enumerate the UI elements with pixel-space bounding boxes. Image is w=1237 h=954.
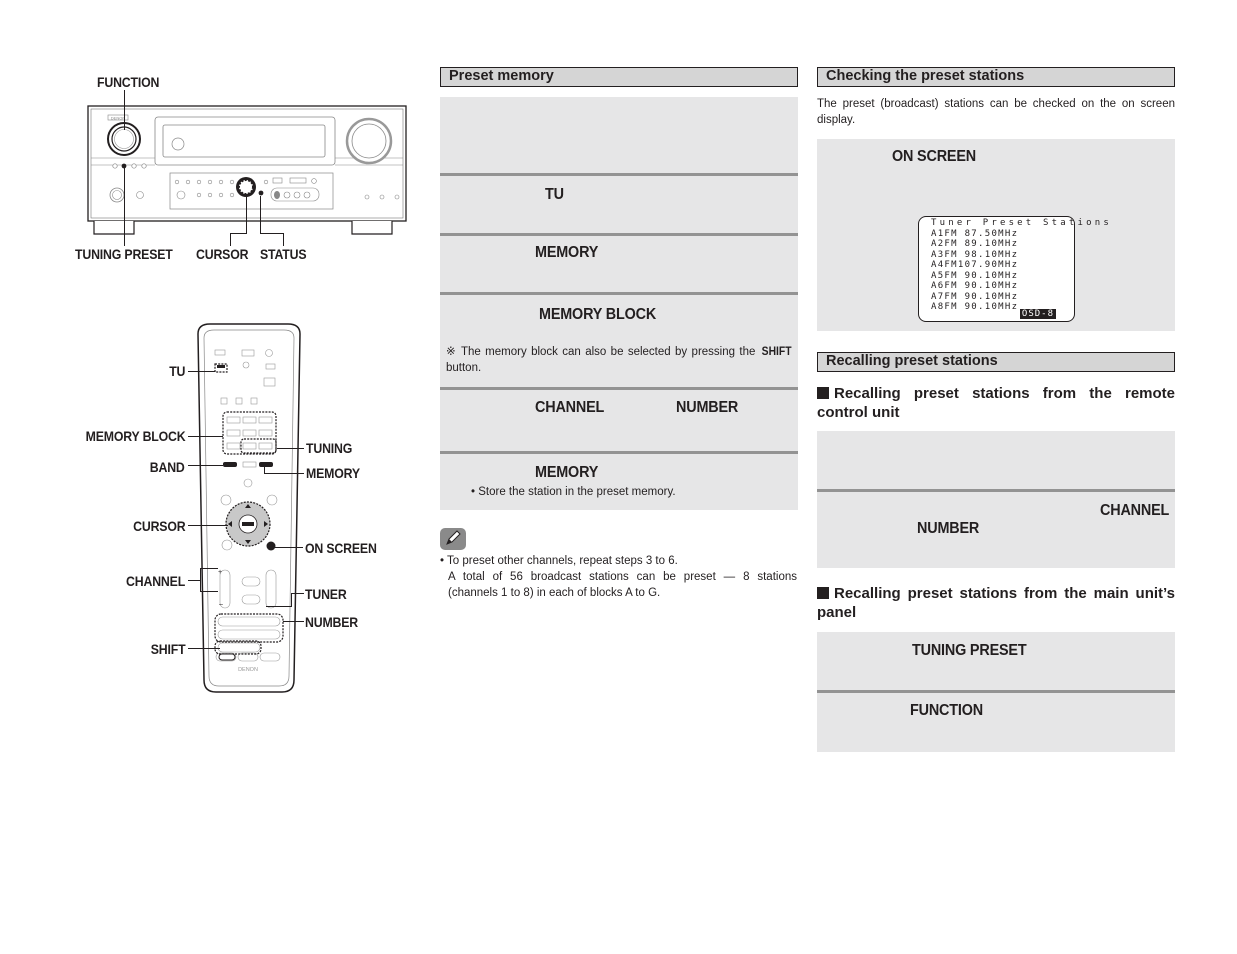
osd-row: A4FM107.90MHz [931, 260, 1019, 270]
cursor-pad [225, 501, 271, 547]
svg-text:–: – [219, 601, 223, 608]
osd-row: A5FM 90.10MHz [931, 270, 1019, 281]
key-tuning-preset: TUNING PRESET [912, 642, 1027, 659]
callout-line [291, 593, 293, 607]
callout-line [277, 448, 304, 450]
callout-line [188, 465, 223, 467]
label-cursor: CURSOR [196, 246, 249, 262]
callout-line [283, 621, 304, 623]
callout-line [124, 90, 126, 130]
key-function: FUNCTION [910, 702, 983, 719]
key-memory: MEMORY [535, 464, 599, 481]
cursor-dial [236, 177, 256, 197]
step-4: MEMORY BLOCK ※ The memory block can also… [440, 292, 798, 388]
callout-line [260, 196, 262, 234]
callout-line [246, 196, 248, 234]
on-screen-button [266, 541, 276, 551]
callout-line [188, 648, 220, 650]
callout-line [230, 233, 232, 246]
callout-line [188, 371, 215, 373]
label-channel: CHANNEL [125, 573, 185, 589]
svg-text:DENON: DENON [238, 667, 258, 673]
osd-title: Tuner Preset Stations [931, 218, 1112, 228]
step-1 [440, 97, 798, 174]
key-on-screen: ON SCREEN [892, 148, 976, 165]
osd-row: A6FM 90.10MHz [931, 281, 1019, 291]
label-tu: TU [168, 363, 185, 379]
tip-line-1: • To preset other channels, repeat steps… [440, 555, 678, 567]
key-number: NUMBER [676, 399, 739, 416]
section-heading: Preset memory [440, 67, 798, 87]
label-status: STATUS [260, 246, 307, 262]
square-bullet-icon [817, 387, 829, 399]
pencil-icon [440, 528, 466, 550]
label-number: NUMBER [305, 614, 359, 630]
osd-screen: Tuner Preset Stations A1FM 87.50MHz A2FM … [918, 216, 1112, 322]
remote-control: + – DENON [197, 323, 301, 693]
recall-remote-step-2: CHANNEL NUMBER [817, 489, 1175, 568]
callout-line [200, 591, 218, 593]
step-note: ※ The memory block can also be selected … [446, 346, 792, 374]
osd-row: A3FM 98.10MHz [931, 249, 1019, 260]
key-channel: CHANNEL [535, 399, 605, 416]
shift-button [218, 653, 236, 661]
label-tuner: TUNER [305, 586, 347, 602]
label-on-screen: ON SCREEN [305, 540, 377, 556]
callout-line [283, 233, 285, 246]
step-5: CHANNEL NUMBER [440, 387, 798, 451]
callout-line [188, 436, 223, 438]
recall-panel-step-1: TUNING PRESET [817, 632, 1175, 691]
callout-line [260, 233, 284, 235]
osd-rows: A1FM 87.50MHz A2FM 89.10MHz A3FM 98.10MHz A… [931, 229, 1074, 313]
section-heading: Checking the preset stations [817, 67, 1175, 87]
osd-row: A2FM 89.10MHz [931, 239, 1019, 249]
tips: • To preset other channels, repeat steps… [440, 553, 797, 601]
osd-tag: OSD-8 [1019, 309, 1056, 319]
status-button [258, 190, 264, 196]
label-memory-block: MEMORY BLOCK [85, 428, 185, 444]
label-cursor-remote: CURSOR [132, 518, 186, 534]
subheading-panel: Recalling preset stations from the main … [817, 585, 1175, 621]
callout-line [264, 473, 304, 475]
label-function: FUNCTION [97, 74, 160, 90]
callout-line [188, 525, 228, 527]
tip-line-2: A total of 56 broadcast stations can be … [448, 571, 797, 599]
receiver-front-panel: DENON [87, 105, 407, 235]
key-tu: TU [545, 186, 564, 203]
volume-knob [345, 117, 393, 165]
memory-button [259, 462, 273, 467]
step-bullet: • Store the station in the preset memory… [471, 486, 676, 498]
key-channel: CHANNEL [1100, 502, 1170, 519]
step-2: TU [440, 173, 798, 234]
subheading-remote: Recalling preset stations from the remot… [817, 385, 1175, 421]
recall-panel-step-2: FUNCTION [817, 690, 1175, 752]
step-3: MEMORY [440, 233, 798, 293]
svg-text:+: + [218, 569, 222, 576]
osd-row: A1FM 87.50MHz [931, 228, 1019, 239]
label-tuning-preset: TUNING PRESET [75, 246, 173, 262]
key-number: NUMBER [917, 520, 980, 537]
checking-intro: The preset (broadcast) stations can be c… [817, 98, 1175, 126]
label-shift: SHIFT [150, 641, 185, 657]
step-6: MEMORY • Store the station in the preset… [440, 451, 798, 510]
osd-row: A7FM 90.10MHz [931, 291, 1019, 302]
band-button [223, 462, 237, 467]
key-memory: MEMORY [535, 244, 599, 261]
key-memory-block: MEMORY BLOCK [539, 306, 657, 323]
section-heading: Recalling preset stations [817, 352, 1175, 372]
square-bullet-icon [817, 587, 829, 599]
callout-line [266, 606, 292, 608]
callout-line [123, 166, 125, 246]
label-tuning: TUNING [306, 440, 353, 456]
label-band: BAND [150, 459, 185, 475]
recall-remote-step-1 [817, 431, 1175, 490]
callout-line [230, 233, 247, 235]
display-window [162, 124, 326, 158]
callout-line [200, 568, 218, 570]
callout-line [292, 593, 304, 595]
callout-line [275, 547, 303, 549]
label-memory: MEMORY [306, 465, 360, 481]
callout-line [200, 568, 202, 592]
